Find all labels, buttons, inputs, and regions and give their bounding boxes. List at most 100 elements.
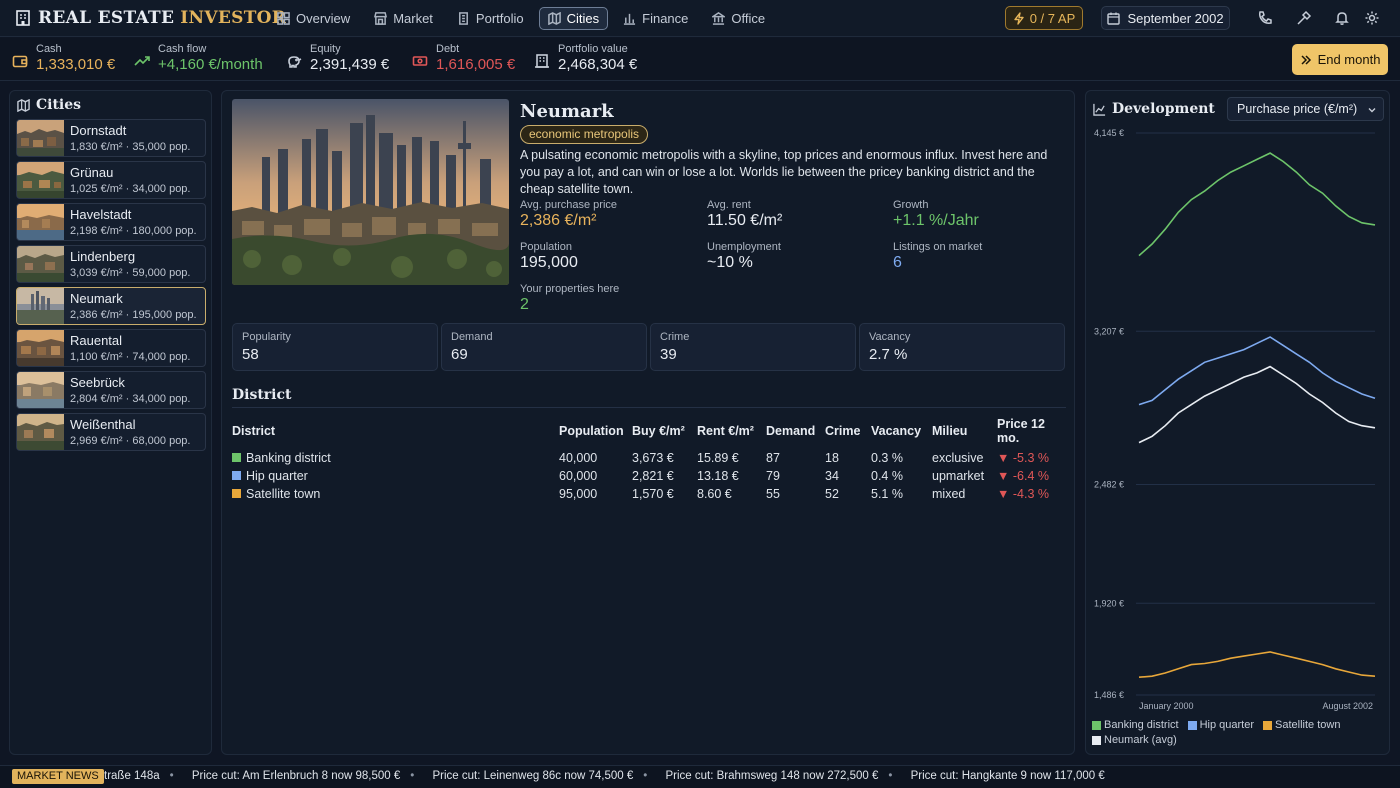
card-demand: Demand 69 (441, 323, 647, 371)
stat-value: 2,468,304 € (558, 56, 638, 73)
district-cell: Banking district (232, 449, 559, 467)
city-name: Neumark (70, 291, 123, 306)
column-header: District (232, 424, 276, 438)
end-month-label: End month (1317, 52, 1381, 67)
stat-cash-flow: Cash flow +4,160 €/month (134, 43, 263, 73)
finance-stat-bar: Cash 1,333,010 € Cash flow +4,160 €/month … (0, 38, 1400, 81)
nav-finance[interactable]: Finance (614, 7, 697, 30)
y-tick-label: 1,486 € (1094, 690, 1124, 700)
ticker-item[interactable]: traße 148a (104, 770, 160, 782)
y-tick-label: 4,145 € (1094, 128, 1124, 138)
top-bar: REAL ESTATE INVESTOR Overview Market Por… (0, 0, 1400, 37)
district-table: District Population Buy €/m² Rent €/m² D… (232, 415, 1068, 503)
city-skyline-image (232, 99, 509, 285)
market-news-badge: MARKET NEWS (12, 769, 104, 784)
stat-debt: Debt 1,616,005 € (412, 43, 515, 73)
city-item-havelstadt[interactable]: Havelstadt 2,198 €/m² · 180,000 pop. (16, 203, 206, 241)
table-cell: exclusive (932, 451, 984, 465)
nav-overview[interactable]: Overview (268, 7, 359, 30)
chart-metric-select[interactable]: Purchase price (€/m²) (1227, 97, 1384, 121)
nav-market[interactable]: Market (365, 7, 442, 30)
ticker-separator: • (888, 770, 893, 782)
city-item-seebruck[interactable]: Seebrück 2,804 €/m² · 34,000 pop. (16, 371, 206, 409)
card-label: Demand (451, 331, 493, 343)
table-cell: 79 (766, 469, 780, 483)
city-item-lindenberg[interactable]: Lindenberg 3,039 €/m² · 59,000 pop. (16, 245, 206, 283)
phone-button[interactable] (1257, 10, 1273, 26)
city-thumbnail (17, 288, 64, 324)
legend-label: Hip quarter (1199, 719, 1255, 731)
kv-label: Your properties here (520, 283, 620, 295)
price-change: -5.3 % (1012, 451, 1049, 465)
notifications-button[interactable] (1334, 10, 1350, 26)
stat-value: +4,160 €/month (158, 56, 263, 73)
map-icon (547, 12, 561, 25)
kv-label: Avg. rent (707, 199, 751, 211)
ticker-item[interactable]: Price cut: Am Erlenbruch 8 now 98,500 € (192, 770, 400, 782)
grid-icon (277, 12, 290, 25)
legend-label: Banking district (1104, 719, 1179, 731)
city-thumbnail (17, 120, 64, 156)
nav-cities[interactable]: Cities (538, 7, 609, 30)
table-cell: 1,570 € (632, 487, 674, 501)
ticker-item[interactable]: Price cut: Brahmsweg 148 now 272,500 € (665, 770, 878, 782)
chart-legend: Banking district Hip quarter Satellite t… (1092, 719, 1387, 746)
city-item-weissenthal[interactable]: Weißenthal 2,969 €/m² · 68,000 pop. (16, 413, 206, 451)
city-name: Dornstadt (70, 123, 127, 138)
district-color-swatch (232, 471, 241, 480)
ticker-item[interactable]: Price cut: Hangkante 9 now 117,000 € (911, 770, 1105, 782)
kv-label: Unemployment (707, 241, 781, 253)
price-change: -4.3 % (1012, 487, 1049, 501)
table-row[interactable]: Satellite town 95,000 1,570 € 8.60 € 55 … (232, 485, 1068, 503)
card-value: 69 (451, 346, 468, 363)
piggy-bank-icon (288, 56, 302, 68)
action-points-button[interactable]: 0 / 7 AP (1005, 6, 1083, 30)
city-item-neumark[interactable]: Neumark 2,386 €/m² · 195,000 pop. (16, 287, 206, 325)
kv-value: 2,386 €/m² (520, 212, 597, 229)
city-thumbnail (17, 330, 64, 366)
x-tick-label: August 2002 (1322, 701, 1373, 711)
nav-label: Overview (296, 11, 351, 26)
kv-value: 11.50 €/m² (707, 212, 783, 229)
kv-growth: Growth +1.1 %/Jahr (893, 199, 979, 230)
nav-label: Finance (642, 11, 689, 26)
current-date: September 2002 (1127, 10, 1224, 26)
city-item-grunau[interactable]: Grünau 1,025 €/m² · 34,000 pop. (16, 161, 206, 199)
kv-population: Population 195,000 (520, 241, 578, 272)
kv-unemployment: Unemployment ~10 % (707, 241, 781, 272)
city-name: Weißenthal (70, 417, 136, 432)
cities-panel-title: Cities (36, 97, 82, 113)
cities-panel-header: Cities (17, 97, 81, 113)
development-header: Development (1093, 101, 1215, 117)
nav-portfolio[interactable]: Portfolio (448, 7, 533, 30)
kv-listings[interactable]: Listings on market 6 (893, 241, 982, 272)
table-cell: 34 (825, 469, 839, 483)
end-month-button[interactable]: End month (1292, 44, 1388, 75)
chart-bar-icon (624, 13, 636, 25)
tools-button[interactable] (1296, 10, 1312, 26)
calendar-icon (1107, 12, 1121, 25)
kv-label: Avg. purchase price (520, 199, 618, 211)
table-row[interactable]: Hip quarter 60,000 2,821 € 13.18 € 79 34… (232, 467, 1068, 485)
cities-panel: Cities Dornstadt 1,830 €/m² · 35,000 pop… (9, 90, 212, 755)
settings-button[interactable] (1364, 10, 1380, 26)
city-item-dornstadt[interactable]: Dornstadt 1,830 €/m² · 35,000 pop. (16, 119, 206, 157)
date-button[interactable]: September 2002 (1101, 6, 1230, 30)
column-header: Vacancy (871, 424, 922, 438)
legend-label: Satellite town (1275, 719, 1341, 731)
kv-value[interactable]: 6 (893, 254, 982, 272)
table-row[interactable]: Banking district 40,000 3,673 € 15.89 € … (232, 449, 1068, 467)
main-nav: Overview Market Portfolio Cities Finance… (268, 7, 774, 30)
city-info: 3,039 €/m² · 59,000 pop. (70, 267, 191, 279)
ticker-item[interactable]: Price cut: Leinenweg 86c now 74,500 € (433, 770, 634, 782)
nav-label: Portfolio (475, 11, 524, 26)
nav-label: Office (731, 11, 766, 26)
divider (232, 407, 1066, 408)
table-cell: 95,000 (559, 487, 598, 501)
nav-office[interactable]: Office (703, 7, 774, 30)
legend-swatch (1263, 720, 1273, 730)
city-item-rauental[interactable]: Rauental 1,100 €/m² · 74,000 pop. (16, 329, 206, 367)
city-name: Rauental (70, 333, 123, 348)
nav-label: Cities (566, 11, 600, 26)
legend-item: Satellite town (1263, 719, 1340, 731)
